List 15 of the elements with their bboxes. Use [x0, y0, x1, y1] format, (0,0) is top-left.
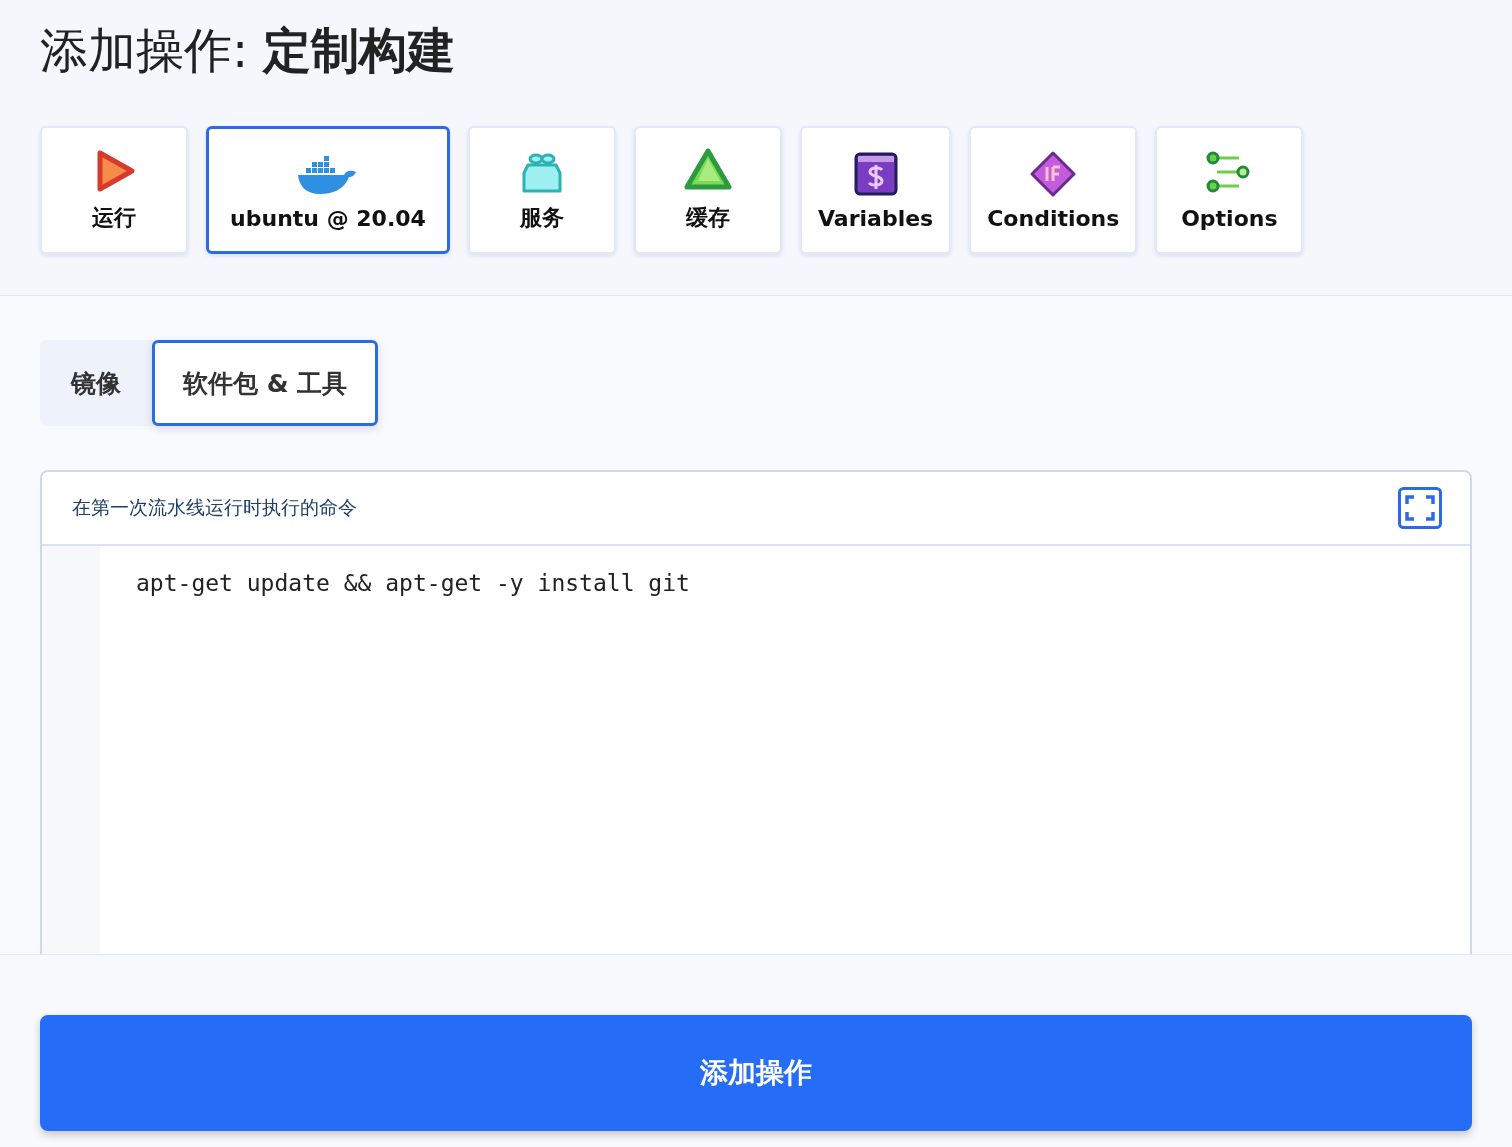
editor-label: 在第一次流水线运行时执行的命令 [72, 495, 357, 520]
action-type-card[interactable]: Variables [800, 126, 952, 254]
action-type-card[interactable]: Conditions [969, 126, 1138, 254]
tab[interactable]: 软件包 & 工具 [152, 340, 379, 426]
action-type-card[interactable]: 运行 [40, 126, 188, 254]
diamond-icon [1029, 149, 1078, 198]
page-title: 添加操作: 定制构建 [40, 21, 457, 80]
action-type-card[interactable]: 缓存 [634, 126, 782, 254]
add-action-button[interactable]: 添加操作 [40, 1015, 1472, 1131]
action-type-card[interactable]: ubuntu @ 20.04 [206, 126, 450, 254]
code-line[interactable]: apt-get update && apt-get -y install git [100, 546, 726, 624]
action-type-card[interactable]: 服务 [468, 126, 616, 254]
tab[interactable]: 镜像 [40, 340, 152, 426]
fullscreen-icon[interactable] [1398, 487, 1442, 529]
action-type-card[interactable]: Options [1155, 126, 1304, 254]
